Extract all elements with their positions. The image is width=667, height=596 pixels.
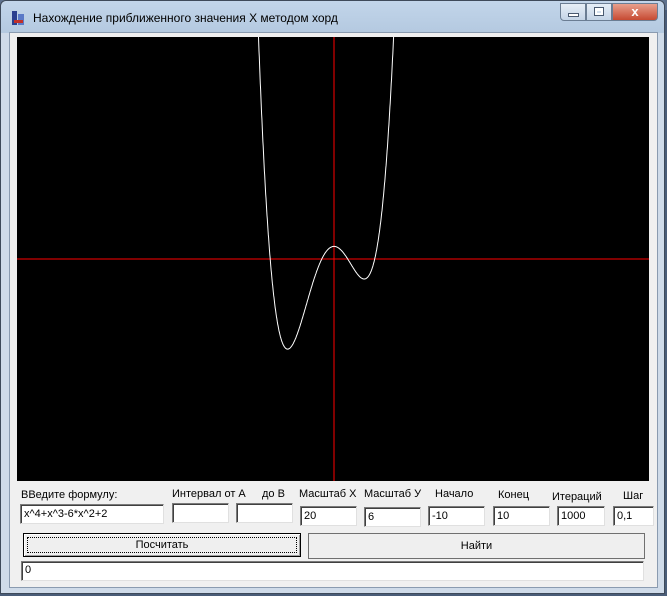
start-label: Начало bbox=[435, 488, 474, 500]
end-input[interactable] bbox=[493, 506, 550, 526]
find-button-label: Найти bbox=[460, 540, 493, 552]
iterations-input[interactable] bbox=[557, 506, 605, 526]
minimize-button[interactable] bbox=[560, 3, 586, 21]
iterations-label: Итераций bbox=[552, 491, 602, 503]
calculate-button[interactable]: Посчитать bbox=[23, 533, 301, 557]
result-field[interactable]: 0 bbox=[21, 561, 644, 581]
scale-x-label: Масштаб Х bbox=[299, 488, 357, 500]
function-curve bbox=[257, 34, 395, 350]
formula-label: ВВедите формулу: bbox=[21, 489, 118, 501]
step-input[interactable] bbox=[613, 506, 654, 526]
formula-input[interactable] bbox=[20, 504, 164, 524]
start-input[interactable] bbox=[428, 506, 485, 526]
focus-rect bbox=[27, 537, 297, 553]
interval-a-input[interactable] bbox=[172, 503, 229, 523]
to-b-label: до В bbox=[262, 488, 285, 500]
to-b-input[interactable] bbox=[236, 503, 293, 523]
maximize-button[interactable] bbox=[586, 3, 612, 21]
scale-y-label: Масштаб У bbox=[364, 488, 422, 500]
find-button[interactable]: Найти bbox=[308, 533, 645, 559]
scale-y-input[interactable] bbox=[364, 507, 421, 527]
app-icon bbox=[12, 11, 24, 25]
app-window: Нахождение приближенного значения X мето… bbox=[0, 0, 665, 594]
step-label: Шаг bbox=[623, 490, 644, 502]
result-value: 0 bbox=[25, 564, 32, 576]
end-label: Конец bbox=[498, 489, 530, 501]
close-button[interactable]: x bbox=[612, 3, 658, 21]
client-area: ВВедите формулу: Интервал от А до В Масш… bbox=[9, 32, 658, 588]
scale-x-input[interactable] bbox=[300, 506, 357, 526]
graph-svg bbox=[17, 34, 649, 481]
graph-canvas bbox=[17, 34, 649, 481]
interval-a-label: Интервал от А bbox=[172, 488, 246, 500]
title-bar[interactable]: Нахождение приближенного значения X мето… bbox=[1, 1, 664, 33]
window-title: Нахождение приближенного значения X мето… bbox=[33, 11, 338, 25]
close-icon: x bbox=[631, 4, 639, 19]
